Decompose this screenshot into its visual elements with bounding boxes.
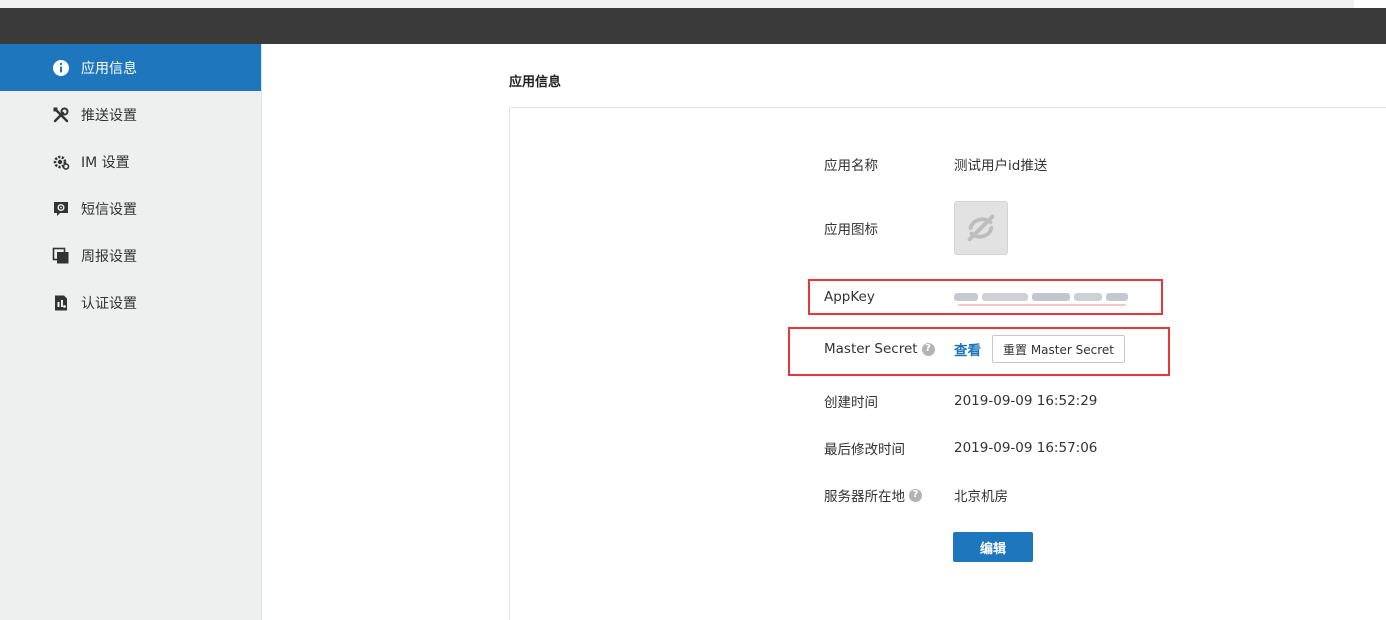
field-created-at: 创建时间 2019-09-09 16:52:29 [824,391,1097,411]
sms-icon [52,200,70,218]
field-label: 应用图标 [824,222,878,238]
created-at-value: 2019-09-09 16:52:29 [954,393,1098,409]
sidebar-item-label: IM 设置 [81,154,130,171]
app-placeholder-icon [954,201,1008,255]
sidebar-item-label: 认证设置 [81,295,137,312]
help-icon[interactable]: ? [909,488,922,502]
sidebar-item-label: 短信设置 [81,201,137,218]
field-app-name: 应用名称 测试用户id推送 [824,154,1047,174]
tools-icon [52,106,70,124]
field-label: 最后修改时间 [824,442,905,458]
modified-at-value: 2019-09-09 16:57:06 [954,440,1098,456]
highlight-box-appkey [808,279,1163,315]
app-icon-value [954,201,1008,255]
sidebar-item-app-info[interactable]: 应用信息 [0,44,261,91]
sidebar-item-label: 推送设置 [81,107,137,124]
window-top-strip-edge [1354,0,1386,8]
top-navbar [0,8,1386,44]
sidebar-item-weekly-report[interactable]: 周报设置 [0,232,261,279]
field-modified-at: 最后修改时间 2019-09-09 16:57:06 [824,438,1097,458]
sidebar-item-auth-settings[interactable]: 认证设置 [0,279,261,326]
sidebar-item-im-settings[interactable]: IM 设置 [0,138,261,185]
window-top-strip [0,0,1386,8]
field-label: 应用名称 [824,158,878,174]
certificate-icon [52,294,70,312]
field-label: 服务器所在地 [824,489,905,505]
page-title: 应用信息 [509,75,562,90]
sidebar-item-label: 应用信息 [81,60,137,77]
field-server-location: 服务器所在地 ? 北京机房 [824,485,1008,505]
highlight-box-master-secret [788,327,1170,376]
field-label: 创建时间 [824,395,878,411]
edit-button[interactable]: 编辑 [953,532,1033,562]
sidebar-item-push-settings[interactable]: 推送设置 [0,91,261,138]
server-location-value: 北京机房 [954,489,1008,505]
field-app-icon: 应用图标 [824,201,1008,255]
sidebar: 应用信息 推送设置 IM 设置 短信设置 周报设置 认证设置 [0,44,262,620]
sidebar-item-sms-settings[interactable]: 短信设置 [0,185,261,232]
field-label-with-help: 服务器所在地 ? [824,485,954,505]
pages-icon [52,247,70,265]
info-icon [52,59,70,77]
app-name-value: 测试用户id推送 [954,158,1048,174]
sidebar-item-label: 周报设置 [81,248,137,265]
gear-icon [52,153,70,171]
